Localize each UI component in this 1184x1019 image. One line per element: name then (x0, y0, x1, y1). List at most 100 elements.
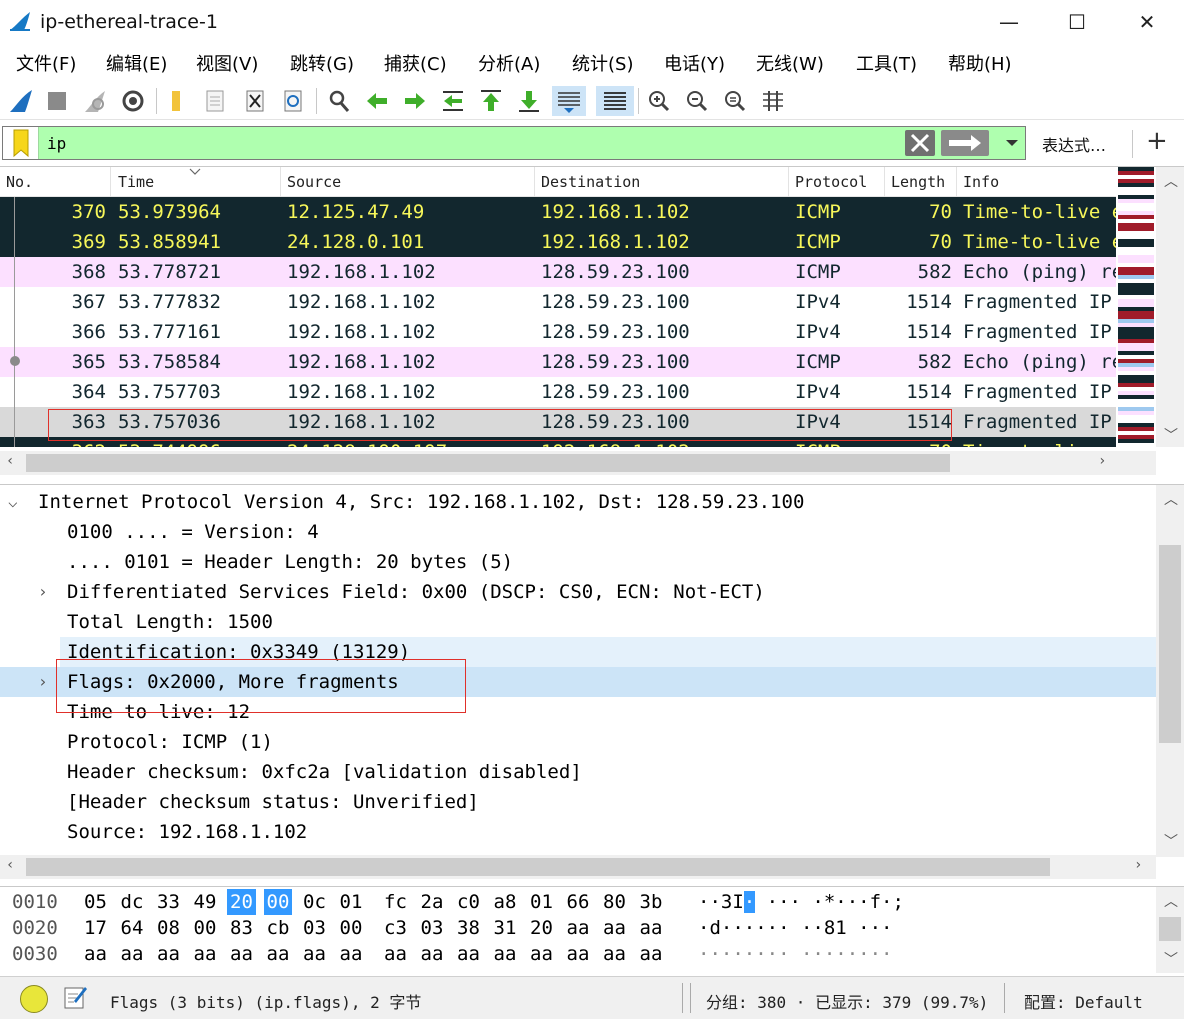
scroll-right-icon[interactable]: › (1134, 857, 1142, 873)
column-header-protocol[interactable]: Protocol (795, 173, 867, 191)
open-file-icon[interactable] (164, 88, 190, 114)
hex-byte[interactable]: a8 (494, 889, 517, 915)
menu-go[interactable]: 跳转(G) (290, 50, 354, 76)
menu-capture[interactable]: 捕获(C) (384, 50, 447, 76)
scroll-down-icon[interactable]: ﹀ (1164, 831, 1178, 851)
menu-analyze[interactable]: 分析(A) (478, 50, 540, 76)
hex-byte[interactable]: aa (421, 941, 444, 967)
packet-row[interactable]: 363 53.757036 192.168.1.102 128.59.23.100 IP… (0, 407, 1116, 437)
hex-byte[interactable]: 03 (421, 915, 444, 941)
filter-bookmark-button[interactable] (3, 127, 39, 159)
hex-byte[interactable]: aa (494, 941, 517, 967)
packet-row[interactable]: 366 53.777161 192.168.1.102 128.59.23.100 IP… (0, 317, 1116, 347)
hex-byte[interactable]: 49 (194, 889, 217, 915)
hex-byte[interactable]: aa (303, 941, 326, 967)
detail-tree-row[interactable]: › Differentiated Services Field: 0x00 (DS… (0, 577, 1156, 607)
packet-row[interactable]: 364 53.757703 192.168.1.102 128.59.23.100 IP… (0, 377, 1116, 407)
packet-row[interactable]: 362 53.744996 24.128.190.197 192.168.1.102 I… (0, 437, 1116, 447)
stop-capture-icon[interactable] (44, 88, 70, 114)
hex-byte[interactable]: aa (530, 941, 553, 967)
hex-byte[interactable]: aa (567, 915, 590, 941)
scroll-right-icon[interactable]: › (1098, 453, 1106, 469)
menu-edit[interactable]: 编辑(E) (106, 50, 167, 76)
hex-byte[interactable]: dc (121, 889, 144, 915)
normal-size-icon[interactable] (722, 88, 748, 114)
scroll-thumb[interactable] (26, 454, 950, 472)
hex-byte[interactable]: 66 (567, 889, 590, 915)
auto-scroll-icon[interactable] (552, 86, 586, 116)
menu-tools[interactable]: 工具(T) (856, 50, 917, 76)
hex-byte[interactable]: 00 (340, 915, 363, 941)
expert-info-indicator[interactable] (20, 985, 48, 1013)
column-header-info[interactable]: Info (963, 173, 999, 191)
hex-byte[interactable]: c3 (384, 915, 407, 941)
column-header-source[interactable]: Source (287, 173, 341, 191)
hex-byte[interactable]: aa (84, 941, 107, 967)
first-packet-icon[interactable] (478, 88, 504, 114)
ascii-dump[interactable]: ········ ········ (698, 941, 892, 967)
expand-arrow-icon[interactable]: › (38, 577, 48, 607)
last-packet-icon[interactable] (516, 88, 542, 114)
colorize-icon[interactable] (596, 86, 634, 116)
maximize-button[interactable]: ☐ (1062, 8, 1092, 36)
detail-tree-row[interactable]: ⌵ Internet Protocol Version 4, Src: 192.1… (0, 487, 1156, 517)
ascii-dump[interactable]: ·d······ ··81 ··· (698, 915, 892, 941)
minimize-button[interactable]: — (994, 8, 1024, 36)
hex-byte[interactable]: 17 (84, 915, 107, 941)
packet-row[interactable]: 365 53.758584 192.168.1.102 128.59.23.100 IC… (0, 347, 1116, 377)
go-to-packet-icon[interactable] (440, 88, 466, 114)
menu-file[interactable]: 文件(F) (16, 50, 76, 76)
detail-tree-row[interactable]: 0100 .... = Version: 4 (0, 517, 1156, 547)
clear-filter-button[interactable] (905, 130, 935, 156)
packet-row[interactable]: 368 53.778721 192.168.1.102 128.59.23.100 IC… (0, 257, 1116, 287)
detail-tree-row[interactable]: Header checksum: 0xfc2a [validation disa… (0, 757, 1156, 787)
hex-byte[interactable]: aa (157, 941, 180, 967)
hex-byte[interactable]: aa (603, 941, 626, 967)
column-header-time[interactable]: Time (118, 173, 154, 191)
scroll-up-icon[interactable]: ︿ (1164, 489, 1178, 509)
column-header-destination[interactable]: Destination (541, 173, 640, 191)
scroll-down-icon[interactable]: ﹀ (1164, 425, 1178, 445)
hex-byte[interactable]: aa (457, 941, 480, 967)
capture-comment-icon[interactable] (62, 983, 88, 1011)
menu-statistics[interactable]: 统计(S) (572, 50, 633, 76)
display-filter-input-box[interactable]: ip (2, 126, 1026, 160)
bytes-vertical-scrollbar[interactable]: ︿ ﹀ (1156, 887, 1184, 973)
hex-byte[interactable]: c0 (457, 889, 480, 915)
capture-options-icon[interactable] (120, 88, 146, 114)
menu-telephony[interactable]: 电话(Y) (664, 50, 725, 76)
hex-byte[interactable]: 64 (121, 915, 144, 941)
close-window-button[interactable]: ✕ (1132, 8, 1162, 36)
hex-byte[interactable]: 0c (303, 889, 326, 915)
scroll-left-icon[interactable]: ‹ (6, 857, 14, 873)
hex-byte[interactable]: aa (230, 941, 253, 967)
scroll-thumb[interactable] (1159, 917, 1181, 941)
packet-row[interactable]: 370 53.973964 12.125.47.49 192.168.1.102 ICM… (0, 197, 1116, 227)
hex-byte[interactable]: 80 (603, 889, 626, 915)
scroll-up-icon[interactable]: ︿ (1164, 171, 1178, 191)
go-forward-icon[interactable] (402, 88, 428, 114)
hex-byte[interactable]: 01 (530, 889, 553, 915)
menu-help[interactable]: 帮助(H) (948, 50, 1012, 76)
hex-byte[interactable]: aa (567, 941, 590, 967)
expression-button[interactable]: 表达式… (1042, 132, 1106, 156)
close-file-icon[interactable] (242, 88, 268, 114)
packet-list-horizontal-scrollbar[interactable]: ‹ › (0, 451, 1156, 475)
find-packet-icon[interactable] (326, 88, 352, 114)
ascii-dump[interactable]: ··3I· ··· ·*···f·; (698, 889, 904, 915)
hex-byte[interactable]: aa (640, 941, 663, 967)
detail-tree-row[interactable]: .... 0101 = Header Length: 20 bytes (5) (0, 547, 1156, 577)
expand-arrow-icon[interactable]: › (38, 667, 48, 697)
packet-minimap[interactable] (1118, 167, 1154, 447)
hex-byte[interactable]: 2a (421, 889, 444, 915)
scroll-thumb[interactable] (1159, 545, 1181, 743)
hex-byte[interactable]: aa (384, 941, 407, 967)
hex-byte[interactable]: aa (121, 941, 144, 967)
hex-byte[interactable]: 20 (530, 915, 553, 941)
detail-tree-row[interactable]: Source: 192.168.1.102 (0, 817, 1156, 847)
packet-row[interactable]: 369 53.858941 24.128.0.101 192.168.1.102 ICM… (0, 227, 1116, 257)
status-profile[interactable]: 配置: Default (1024, 989, 1143, 1013)
hex-byte[interactable]: 00 (194, 915, 217, 941)
collapse-arrow-icon[interactable]: ⌵ (8, 487, 18, 517)
menu-view[interactable]: 视图(V) (196, 50, 258, 76)
